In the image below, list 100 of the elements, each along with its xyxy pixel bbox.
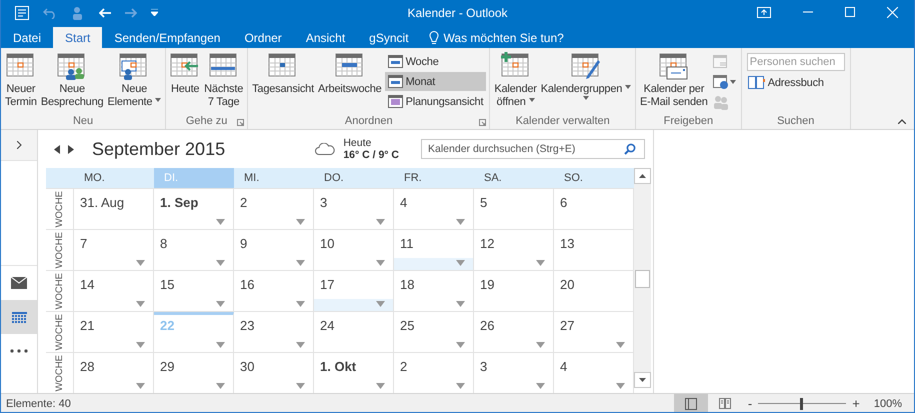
zoom-out-button[interactable]: -	[742, 396, 758, 411]
dropdown-arrow-icon[interactable]	[376, 383, 385, 389]
previous-icon[interactable]	[54, 144, 60, 154]
day-cell[interactable]: 23	[234, 312, 314, 352]
address-book-button[interactable]: Adressbuch	[744, 73, 847, 92]
next-icon[interactable]	[68, 144, 74, 154]
dropdown-arrow-icon[interactable]	[216, 342, 225, 348]
day-cell[interactable]: 18	[394, 271, 474, 311]
day-cell[interactable]: 30	[234, 353, 314, 393]
day-cell[interactable]: 4	[394, 189, 474, 229]
day-cell[interactable]: 3	[474, 353, 554, 393]
customize-icon[interactable]	[151, 9, 158, 16]
caret-icon[interactable]	[730, 80, 736, 84]
app-icon[interactable]	[15, 6, 29, 20]
expand-icon[interactable]	[16, 141, 22, 149]
dropdown-arrow-icon[interactable]	[296, 342, 305, 348]
day-cell[interactable]: 21	[74, 312, 154, 352]
ribbon-button[interactable]: Heute	[169, 50, 202, 113]
day-cell[interactable]: 8	[154, 230, 234, 270]
ribbon-options-icon[interactable]	[757, 7, 771, 18]
normal-view-button[interactable]	[674, 394, 708, 412]
day-cell[interactable]: 31. Aug	[74, 189, 154, 229]
launcher-icon[interactable]	[237, 119, 244, 126]
forward-arrow-icon[interactable]	[125, 8, 137, 18]
ribbon-button[interactable]: Arbeitswoche	[316, 50, 383, 113]
dropdown-arrow-icon[interactable]	[456, 383, 465, 389]
dropdown-arrow-icon[interactable]	[456, 260, 465, 266]
day-cell[interactable]: 28	[74, 353, 154, 393]
day-cell[interactable]: 11	[394, 230, 474, 270]
dropdown-arrow-icon[interactable]	[296, 301, 305, 307]
ribbon-icon-button[interactable]	[710, 74, 738, 90]
day-cell[interactable]: 1. Okt	[314, 353, 394, 393]
scrollbar[interactable]	[634, 168, 651, 388]
dropdown-arrow-icon[interactable]	[536, 342, 545, 348]
day-cell[interactable]: 9	[234, 230, 314, 270]
scroll-down-icon[interactable]	[639, 378, 646, 382]
day-cell[interactable]: 5	[474, 189, 554, 229]
menu-tab[interactable]: Start	[53, 27, 102, 48]
day-cell[interactable]: 26	[474, 312, 554, 352]
scroll-up-icon[interactable]	[639, 174, 646, 178]
menu-tab[interactable]: Datei	[1, 27, 54, 48]
dropdown-arrow-icon[interactable]	[456, 301, 465, 307]
ribbon-button[interactable]: Nächste 7 Tage	[203, 50, 244, 113]
dropdown-arrow-icon[interactable]	[136, 260, 145, 266]
close-icon[interactable]	[887, 7, 898, 18]
dropdown-arrow-icon[interactable]	[376, 301, 385, 307]
dropdown-arrow-icon[interactable]	[136, 342, 145, 348]
dropdown-arrow-icon[interactable]	[616, 342, 625, 348]
scroll-thumb[interactable]	[635, 270, 650, 288]
lightbulb-icon[interactable]	[428, 30, 439, 44]
collapse-icon[interactable]	[898, 119, 906, 124]
dropdown-arrow-icon[interactable]	[296, 219, 305, 225]
ribbon-button[interactable]: Kalender öffnen	[493, 50, 538, 113]
menu-tab[interactable]: Ansicht	[294, 27, 358, 48]
dropdown-arrow-icon[interactable]	[536, 383, 545, 389]
dropdown-arrow-icon[interactable]	[456, 219, 465, 225]
dropdown-arrow-icon[interactable]	[216, 260, 225, 266]
view-button[interactable]: Monat	[384, 72, 486, 91]
day-cell[interactable]: 15	[154, 271, 234, 311]
dropdown-arrow-icon[interactable]	[296, 260, 305, 266]
day-cell[interactable]: 24	[314, 312, 394, 352]
day-cell[interactable]: 25	[394, 312, 474, 352]
dropdown-arrow-icon[interactable]	[216, 383, 225, 389]
menu-tab[interactable]: gSyncit	[357, 27, 421, 48]
dropdown-arrow-icon[interactable]	[536, 260, 545, 266]
dropdown-arrow-icon[interactable]	[216, 301, 225, 307]
ribbon-button[interactable]: Kalendergruppen	[540, 50, 632, 113]
day-cell[interactable]: 14	[74, 271, 154, 311]
dropdown-arrow-icon[interactable]	[296, 383, 305, 389]
dropdown-arrow-icon[interactable]	[616, 383, 625, 389]
ribbon-button[interactable]: Neue Elemente	[106, 50, 162, 113]
day-cell[interactable]: 3	[314, 189, 394, 229]
ribbon-button[interactable]: Neuer Termin	[4, 50, 38, 113]
undo-icon[interactable]	[43, 6, 57, 18]
nav-button[interactable]	[1, 300, 37, 334]
launcher-icon[interactable]	[479, 119, 486, 126]
dropdown-arrow-icon[interactable]	[456, 342, 465, 348]
maximize-icon[interactable]	[845, 7, 855, 17]
day-cell[interactable]: 19	[474, 271, 554, 311]
dropdown-arrow-icon[interactable]	[136, 383, 145, 389]
day-cell[interactable]: 29	[154, 353, 234, 393]
tell-me-field[interactable]: Was möchten Sie tun?	[444, 30, 564, 44]
dropdown-arrow-icon[interactable]	[136, 301, 145, 307]
search-icon[interactable]	[624, 143, 636, 155]
dropdown-arrow-icon[interactable]	[216, 219, 225, 225]
ribbon-button[interactable]: Kalender per E-Mail senden	[639, 50, 709, 113]
ribbon-button[interactable]: Neue Besprechung	[40, 50, 104, 113]
day-cell[interactable]: 1. Sep	[154, 189, 234, 229]
search-field[interactable]: Personen suchen	[746, 53, 845, 71]
dropdown-arrow-icon[interactable]	[376, 260, 385, 266]
search-field[interactable]: Kalender durchsuchen (Strg+E)	[421, 139, 645, 159]
zoom-in-button[interactable]: +	[846, 396, 866, 411]
zoom-thumb[interactable]	[800, 398, 802, 410]
view-button[interactable]: Planungsansicht	[384, 92, 486, 111]
day-cell[interactable]: 12	[474, 230, 554, 270]
day-cell[interactable]: 2	[394, 353, 474, 393]
view-button[interactable]: Woche	[384, 52, 486, 71]
day-cell[interactable]: 2	[234, 189, 314, 229]
menu-tab[interactable]: Senden/Empfangen	[102, 27, 232, 48]
ribbon-button[interactable]: Tagesansicht	[251, 50, 315, 113]
